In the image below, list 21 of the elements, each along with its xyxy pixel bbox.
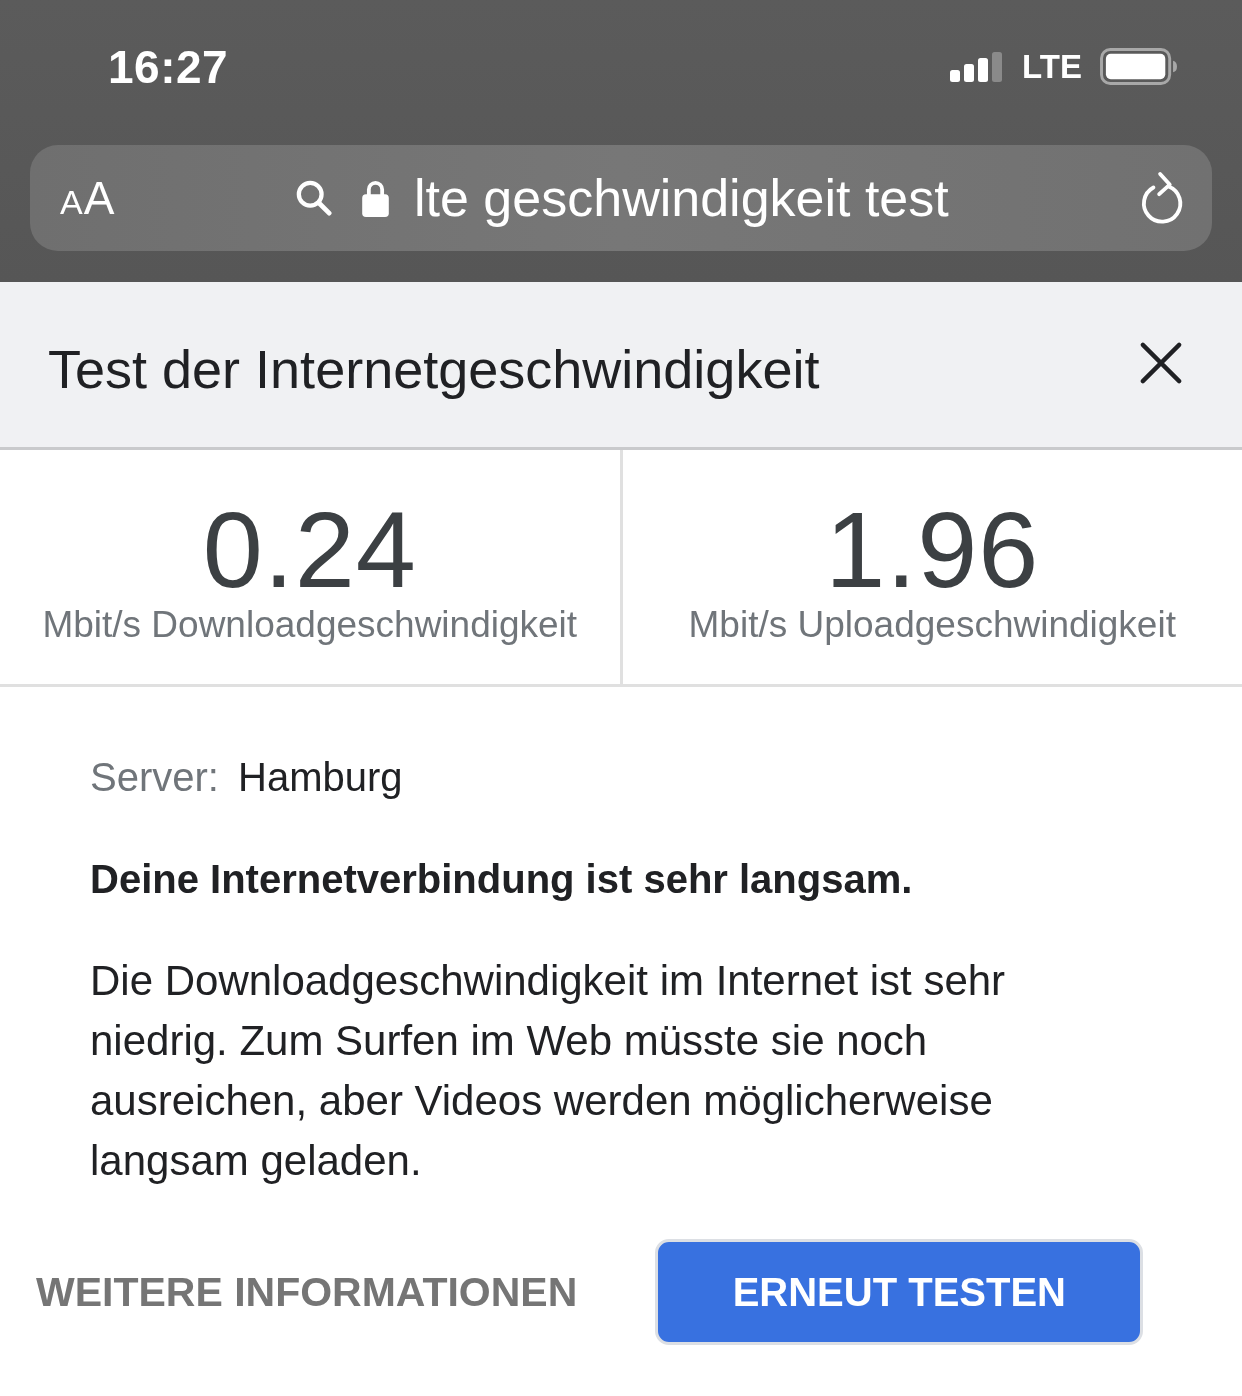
- server-label: Server:: [90, 755, 219, 799]
- speed-value: 1.96: [825, 496, 1040, 604]
- dialog-title: Test der Internetgeschwindigkeit: [48, 337, 820, 400]
- description-text: Die Downloadgeschwindigkeit im Internet ist sehr niedrig. Zum Surfen im Web müsste sie noch ausreichen, aber Videos werden möglicherweise langsam geladen.: [90, 956, 1007, 1186]
- verdict-text: Deine Internetverbindung ist sehr langsam.: [90, 856, 914, 903]
- retest-button[interactable]: ERNEUT TESTEN: [655, 1239, 1144, 1345]
- url-text: lte geschwindigkeit test: [414, 168, 949, 228]
- speed-label: Mbit/s Uploadgeschwindigkeit: [688, 604, 1176, 646]
- close-icon[interactable]: [1140, 341, 1182, 384]
- battery-icon: [1100, 48, 1178, 85]
- search-icon: [296, 180, 332, 216]
- speed-value: 0.24: [202, 496, 417, 604]
- address-bar[interactable]: AA lte geschwindigkeit test: [30, 145, 1212, 251]
- lock-icon: [362, 179, 389, 217]
- more-info-link[interactable]: WEITERE INFORMATIONEN: [36, 1268, 578, 1316]
- network-label: LTE: [1022, 47, 1082, 86]
- speed-label: Mbit/s Downloadgeschwindigkeit: [42, 604, 578, 646]
- text-size-button[interactable]: AA: [60, 171, 260, 225]
- status-time: 16:27: [108, 39, 229, 94]
- signal-icon: [950, 51, 1005, 82]
- server-name: Hamburg: [238, 755, 403, 799]
